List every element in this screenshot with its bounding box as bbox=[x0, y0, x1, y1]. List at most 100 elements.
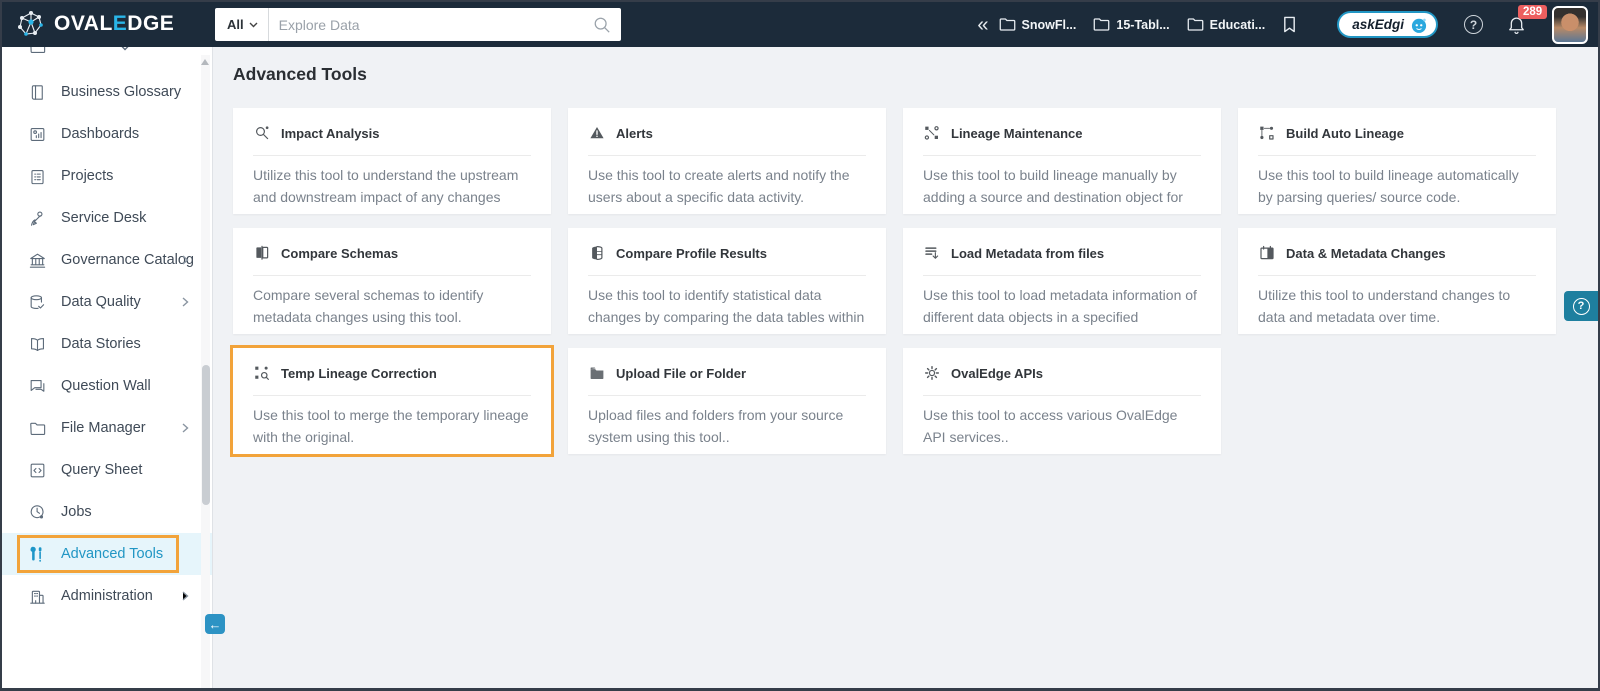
folder-icon bbox=[30, 47, 46, 53]
divider bbox=[588, 395, 866, 396]
book-icon bbox=[31, 84, 43, 100]
ask-edgi-robot-icon bbox=[1411, 18, 1427, 33]
divider bbox=[588, 275, 866, 276]
sidebar-item-label: File Manager bbox=[61, 420, 146, 436]
tool-card-title: Load Metadata from files bbox=[951, 245, 1105, 261]
sidebar-item-administration[interactable]: Administration bbox=[2, 575, 212, 617]
left-arrow-icon: ← bbox=[208, 616, 222, 632]
tool-card-title: Build Auto Lineage bbox=[1286, 125, 1404, 141]
sidebar-item-governance-catalog[interactable]: Governance Catalog bbox=[2, 239, 212, 281]
header-right-cluster: « SnowFl... 15-Tabl... Educati... askEdg… bbox=[977, 2, 1588, 47]
tool-card-compare-profile-results[interactable]: Compare Profile Results Use this tool to… bbox=[568, 228, 886, 334]
tool-card-data-metadata-changes[interactable]: Data & Metadata Changes Utilize this too… bbox=[1238, 228, 1556, 334]
search-input[interactable] bbox=[268, 16, 593, 33]
sidebar-item-file-manager[interactable]: File Manager bbox=[2, 407, 212, 449]
page-title: Advanced Tools bbox=[233, 64, 367, 84]
sidebar-item-business-glossary[interactable]: Business Glossary bbox=[2, 71, 212, 113]
chat-bubbles-icon bbox=[30, 379, 45, 392]
sidebar-item-projects[interactable]: Projects bbox=[2, 155, 212, 197]
search-scope-dropdown[interactable]: All bbox=[215, 8, 269, 41]
code-sheet-icon bbox=[30, 463, 45, 477]
recent-item-label: Educati... bbox=[1209, 17, 1266, 32]
user-avatar[interactable] bbox=[1552, 5, 1588, 44]
divider bbox=[588, 155, 866, 156]
sidebar-item-label: Administration bbox=[61, 588, 153, 604]
tool-card-build-auto-lineage[interactable]: Build Auto Lineage Use this tool to buil… bbox=[1238, 108, 1556, 214]
sidebar-item-service-desk[interactable]: Service Desk bbox=[2, 197, 212, 239]
sidebar-item-label: Governance Catalog bbox=[61, 252, 194, 268]
tool-card-compare-schemas[interactable]: Compare Schemas Compare several schemas … bbox=[233, 228, 551, 334]
folder-icon bbox=[1094, 18, 1110, 31]
sidebar-item-clipped bbox=[2, 47, 212, 65]
compare-profile-icon bbox=[592, 246, 603, 260]
ovaledge-logo-icon bbox=[18, 11, 43, 36]
help-icon[interactable]: ? bbox=[1464, 15, 1483, 34]
recent-item-label: SnowFl... bbox=[1021, 17, 1077, 32]
tool-card-load-metadata[interactable]: Load Metadata from files Use this tool t… bbox=[903, 228, 1221, 334]
divider bbox=[253, 275, 531, 276]
help-side-tab[interactable]: ? bbox=[1564, 291, 1598, 321]
hand-pen-icon bbox=[31, 211, 43, 226]
bookmark-icon[interactable] bbox=[1282, 16, 1297, 33]
sidebar-item-label: Query Sheet bbox=[61, 462, 143, 478]
ovaledge-app: OVALEDGE All « SnowFl... 15-Tabl... Educ bbox=[0, 0, 1600, 691]
tool-card-title: OvalEdge APIs bbox=[951, 365, 1043, 381]
tools-icon bbox=[30, 546, 42, 562]
sidebar-item-dashboards[interactable]: Dashboards bbox=[2, 113, 212, 155]
sidebar-item-data-quality[interactable]: Data Quality bbox=[2, 281, 212, 323]
folder-icon bbox=[30, 422, 46, 435]
temp-lineage-icon bbox=[255, 366, 269, 380]
sidebar-item-data-stories[interactable]: Data Stories bbox=[2, 323, 212, 365]
search-scope-label: All bbox=[227, 17, 244, 32]
notifications-bell[interactable]: 289 bbox=[1507, 4, 1548, 35]
sidebar-item-label: Data Quality bbox=[61, 294, 141, 310]
load-metadata-icon bbox=[925, 247, 939, 259]
sidebar-item-label: Data Stories bbox=[61, 336, 141, 352]
sidebar-scrollbar-up-arrow[interactable] bbox=[201, 59, 209, 65]
tool-card-alerts[interactable]: Alerts Use this tool to create alerts an… bbox=[568, 108, 886, 214]
compare-schemas-icon bbox=[256, 245, 269, 260]
sidebar-items: Business Glossary Dashboards Projects Se… bbox=[2, 71, 212, 617]
notification-count-badge: 289 bbox=[1518, 4, 1548, 19]
tool-card-lineage-maintenance[interactable]: Lineage Maintenance Use this tool to bui… bbox=[903, 108, 1221, 214]
search-icon[interactable] bbox=[593, 16, 611, 34]
ask-edgi-button[interactable]: askEdgi bbox=[1337, 11, 1438, 38]
tool-card-title: Data & Metadata Changes bbox=[1286, 245, 1446, 261]
tool-card-title: Impact Analysis bbox=[281, 125, 380, 141]
chevron-down-icon bbox=[249, 22, 258, 27]
sidebar-item-question-wall[interactable]: Question Wall bbox=[2, 365, 212, 407]
recent-item-education[interactable]: Educati... bbox=[1187, 17, 1266, 32]
main-content: Advanced Tools Impact Analysis Utilize t… bbox=[213, 47, 1598, 688]
divider bbox=[923, 155, 1201, 156]
ovaledge-logo[interactable]: OVALEDGE bbox=[16, 9, 174, 39]
sidebar-item-query-sheet[interactable]: Query Sheet bbox=[2, 449, 212, 491]
sidebar-item-jobs[interactable]: Jobs bbox=[2, 491, 212, 533]
sidebar-item-advanced-tools[interactable]: Advanced Tools bbox=[2, 533, 212, 575]
database-check-icon bbox=[30, 294, 45, 309]
tool-card-description: Utilize this tool to understand changes … bbox=[1258, 287, 1511, 325]
tool-card-description: Upload files and folders from your sourc… bbox=[588, 407, 844, 445]
recent-item-15-tables[interactable]: 15-Tabl... bbox=[1093, 17, 1170, 32]
recent-item-snowflake[interactable]: SnowFl... bbox=[999, 17, 1077, 32]
open-book-icon bbox=[31, 337, 44, 351]
clock-icon bbox=[30, 504, 44, 518]
collapse-sidebar-button[interactable]: ← bbox=[205, 614, 225, 634]
tool-card-upload-file-folder[interactable]: Upload File or Folder Upload files and f… bbox=[568, 348, 886, 454]
sidebar-item-label: Dashboards bbox=[61, 126, 140, 142]
sidebar-item-label: Projects bbox=[61, 168, 114, 184]
dashboard-icon bbox=[30, 127, 45, 141]
alert-triangle-icon bbox=[590, 127, 604, 139]
tool-card-impact-analysis[interactable]: Impact Analysis Utilize this tool to und… bbox=[233, 108, 551, 214]
sidebar-nav: Business Glossary Dashboards Projects Se… bbox=[2, 47, 213, 688]
tool-card-title: Lineage Maintenance bbox=[951, 125, 1083, 141]
tool-card-description: Use this tool to access various OvalEdge… bbox=[923, 407, 1178, 445]
global-search-bar: All bbox=[215, 8, 621, 41]
tool-card-description: Compare several schemas to identify meta… bbox=[253, 287, 484, 325]
divider bbox=[923, 275, 1201, 276]
help-icon: ? bbox=[1572, 297, 1590, 315]
collapse-recent-icon[interactable]: « bbox=[977, 15, 988, 35]
sidebar-scrollbar-thumb[interactable] bbox=[202, 365, 210, 505]
tool-card-temp-lineage-correction[interactable]: Temp Lineage Correction Use this tool to… bbox=[233, 348, 551, 454]
tool-card-ovaledge-apis[interactable]: OvalEdge APIs Use this tool to access va… bbox=[903, 348, 1221, 454]
divider bbox=[1258, 155, 1536, 156]
